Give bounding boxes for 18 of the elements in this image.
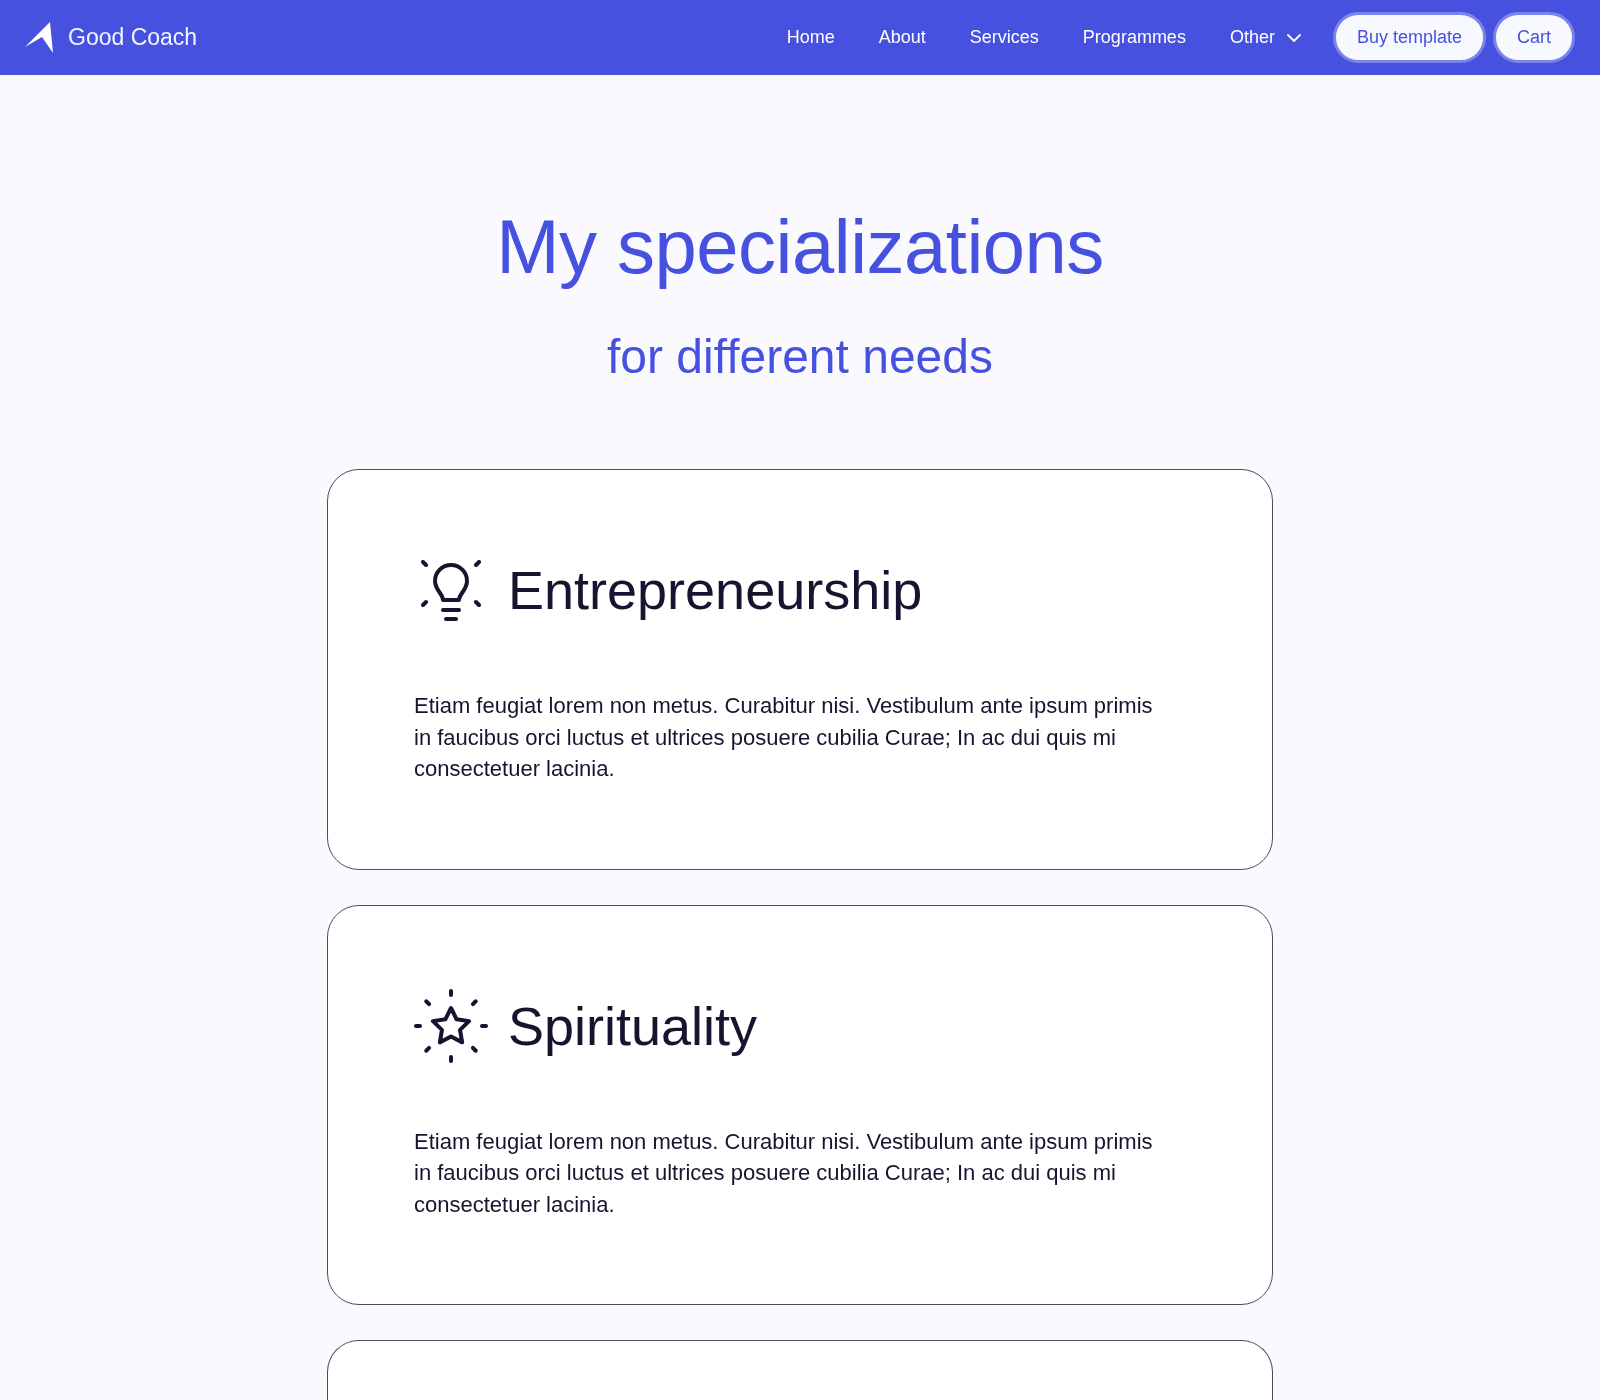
brand-link[interactable]: Good Coach <box>25 22 198 53</box>
nav-link[interactable]: Services <box>959 19 1049 56</box>
nav-link[interactable]: Programmes <box>1072 19 1196 56</box>
section-heading: My specializations <box>496 203 1104 291</box>
nav-link[interactable]: About <box>868 19 936 56</box>
sparkling-star-icon <box>414 988 488 1063</box>
section-subheading: for different needs <box>606 329 993 385</box>
card-title: Spirituality <box>508 994 758 1057</box>
card-title: Entrepreneurship <box>508 559 923 621</box>
nav-button[interactable]: Buy template <box>1332 12 1486 63</box>
card-description: Etiam feugiat lorem non metus. Curabitur nisi. Vestibulum ante ipsum primis in faucibus orci luctus et ultrices posuere cubilia Curae; In ac dui quis mi consectetuer lacinia. <box>414 1127 1154 1219</box>
card-description: Etiam feugiat lorem non metus. Curabitur nisi. Vestibulum ante ipsum primis in faucibus orci luctus et ultrices posuere cubilia Curae; In ac dui quis mi consectetuer lacinia. <box>414 692 1154 783</box>
nav-button[interactable]: Cart <box>1493 12 1575 63</box>
nav-dropdown[interactable]: Other <box>1219 19 1311 56</box>
lightbulb-icon <box>421 559 481 621</box>
arrowhead-logo-icon <box>25 22 53 53</box>
nav-link[interactable]: Home <box>776 19 845 56</box>
chevron-down-icon <box>1286 33 1301 42</box>
